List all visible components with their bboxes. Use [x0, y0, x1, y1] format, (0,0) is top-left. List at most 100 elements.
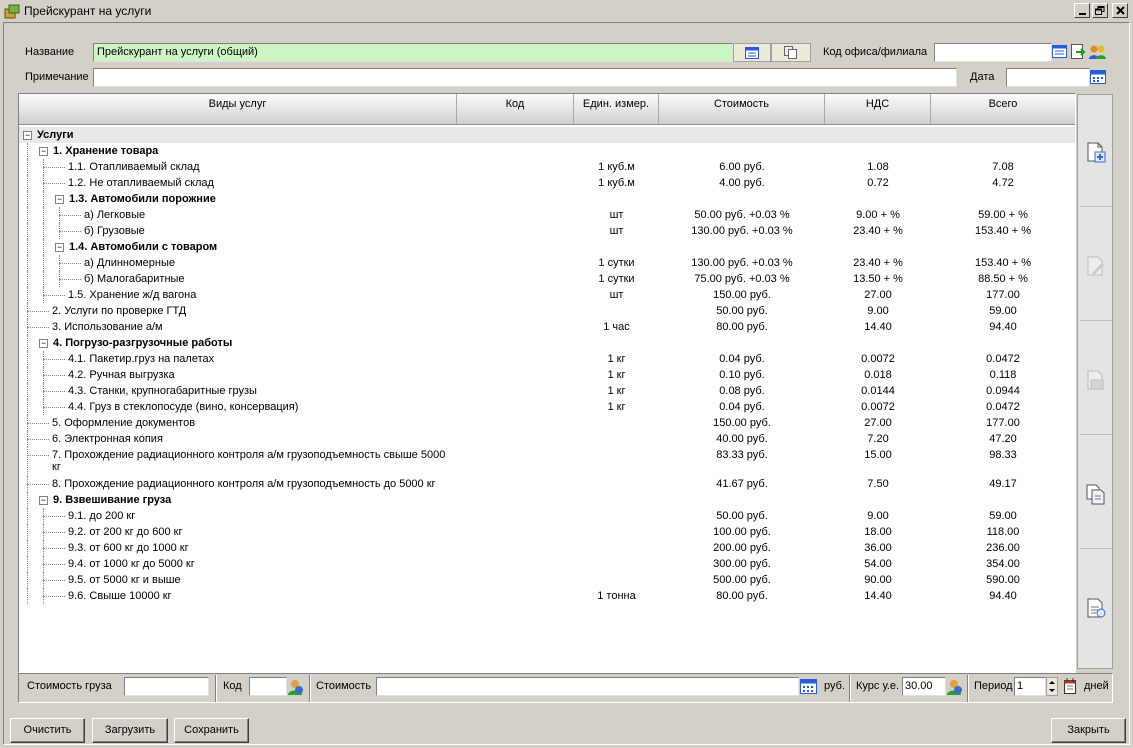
tree-connector [43, 508, 44, 524]
column-header-code[interactable]: Код [457, 94, 574, 124]
lookup-icon[interactable] [287, 678, 304, 698]
period-input[interactable]: 1 [1014, 677, 1046, 696]
table-row[interactable]: 9.6. Свыше 10000 кг 1 тонна 80.00 руб. 14.4… [19, 588, 1075, 604]
cargo-cost-input[interactable] [124, 677, 209, 696]
cost-cell: 50.00 руб. [716, 510, 768, 522]
restore-button[interactable] [1092, 3, 1108, 18]
column-header-cost[interactable]: Стоимость [659, 94, 825, 124]
vat-cell: 9.00 [867, 510, 889, 522]
table-row[interactable]: 4.2. Ручная выгрузка 1 кг 0.10 руб. 0.018 0.… [19, 367, 1075, 383]
services-tree-table[interactable]: Виды услуг Код Един. измер. Стоимость НД… [18, 93, 1076, 673]
cost-cell: 50.00 руб. +0.03 % [694, 209, 790, 221]
table-row[interactable]: а) Легковые шт 50.00 руб. +0.03 % 9.00 + % 5… [19, 207, 1075, 223]
tree-expander-icon[interactable]: − [39, 496, 48, 505]
table-row[interactable]: 9.2. от 200 кг до 600 кг 100.00 руб. 18.00… [19, 524, 1075, 540]
table-row[interactable]: −9. Взвешивание груза [19, 492, 1075, 508]
vat-cell: 23.40 + % [853, 257, 903, 269]
table-row[interactable]: 9.1. до 200 кг 50.00 руб. 9.00 59.00 [19, 508, 1075, 524]
table-row[interactable]: 1.5. Хранение ж/д вагона шт 150.00 руб. 27.… [19, 287, 1075, 303]
office-list-icon[interactable] [1052, 44, 1067, 62]
report-button[interactable] [1080, 553, 1112, 663]
table-row[interactable]: −1. Хранение товара [19, 143, 1075, 159]
period-calendar-icon[interactable] [1062, 678, 1078, 698]
close-button[interactable]: Закрыть [1051, 718, 1126, 743]
tree-expander-icon[interactable]: − [23, 131, 32, 140]
tree-connector [27, 191, 28, 207]
clear-button[interactable]: Очистить [10, 718, 85, 743]
table-row[interactable]: 4.3. Станки, крупногабаритные грузы 1 кг 0… [19, 383, 1075, 399]
tree-connector [27, 159, 28, 175]
copy-record-button[interactable] [1080, 439, 1112, 549]
table-row[interactable]: б) Грузовые шт 130.00 руб. +0.03 % 23.40 + … [19, 223, 1075, 239]
tree-connector [59, 207, 60, 223]
table-row[interactable]: −4. Погрузо-разгрузочные работы [19, 335, 1075, 351]
table-row[interactable]: 1.1. Отапливаемый склад 1 куб.м 6.00 руб. 1… [19, 159, 1075, 175]
close-window-button[interactable] [1112, 3, 1128, 18]
column-header-total[interactable]: Всего [931, 94, 1075, 124]
tree-connector [43, 223, 44, 239]
name-copy-button[interactable] [771, 43, 811, 62]
service-name: 7. Прохождение радиационного контроля а/… [52, 449, 446, 461]
table-row[interactable]: 9.4. от 1000 кг до 5000 кг 300.00 руб. 54.… [19, 556, 1075, 572]
load-button[interactable]: Загрузить [92, 718, 168, 743]
cost-cell: 300.00 руб. [713, 558, 771, 570]
save-button[interactable]: Сохранить [174, 718, 249, 743]
column-header-vat[interactable]: НДС [825, 94, 931, 124]
table-row[interactable]: б) Малогабаритные 1 сутки 75.00 руб. +0.03… [19, 271, 1075, 287]
export-icon[interactable] [1071, 44, 1086, 62]
users-icon[interactable] [1089, 44, 1107, 62]
table-row[interactable]: 9.5. от 5000 кг и выше 500.00 руб. 90.00 59… [19, 572, 1075, 588]
column-header-unit[interactable]: Един. измер. [574, 94, 659, 124]
calendar-icon[interactable] [1090, 69, 1106, 88]
date-field[interactable] [1006, 68, 1090, 87]
table-header: Виды услуг Код Един. измер. Стоимость НД… [19, 94, 1075, 125]
column-header-services[interactable]: Виды услуг [19, 94, 457, 124]
total-cell: 94.40 [989, 321, 1017, 333]
tree-expander-icon[interactable]: − [39, 147, 48, 156]
table-row[interactable]: 4.1. Пакетир.груз на палетах 1 кг 0.04 руб… [19, 351, 1075, 367]
table-row[interactable]: −1.3. Автомобили порожние [19, 191, 1075, 207]
title-bar[interactable]: Прейскурант на услуги [0, 0, 1133, 22]
tree-expander-icon[interactable]: − [55, 195, 64, 204]
tree-connector [27, 383, 28, 399]
tree-connector [43, 524, 44, 540]
office-code-field[interactable] [934, 43, 1052, 62]
vat-cell: 90.00 [864, 574, 892, 586]
total-cell: 354.00 [986, 558, 1020, 570]
table-row[interactable]: 7. Прохождение радиационного контроля а/… [19, 447, 1075, 476]
calc-cost-input[interactable] [376, 677, 799, 696]
name-field[interactable]: Прейскурант на услуги (общий) [93, 43, 733, 62]
table-row[interactable]: а) Длинномерные 1 сутки 130.00 руб. +0.03 … [19, 255, 1075, 271]
calc-code-input[interactable] [249, 677, 287, 696]
calculator-icon[interactable] [800, 678, 817, 698]
vat-cell: 7.20 [867, 433, 889, 445]
name-list-button[interactable] [733, 43, 771, 62]
table-row[interactable]: 1.2. Не отапливаемый склад 1 куб.м 4.00 ру… [19, 175, 1075, 191]
rate-lookup-icon[interactable] [946, 678, 963, 698]
period-stepper[interactable] [1046, 677, 1058, 696]
table-row[interactable]: 5. Оформление документов 150.00 руб. 27.00… [19, 415, 1075, 431]
table-row[interactable]: 4.4. Груз в стеклопосуде (вино, консерва… [19, 399, 1075, 415]
unit-cell: 1 кг [607, 369, 626, 381]
table-row[interactable]: 6. Электронная копия 40.00 руб. 7.20 47.20 [19, 431, 1075, 447]
table-row[interactable]: −1.4. Автомобили с товаром [19, 239, 1075, 255]
add-record-button[interactable] [1080, 97, 1112, 207]
delete-record-button[interactable] [1080, 325, 1112, 435]
table-row[interactable]: 9.3. от 600 кг до 1000 кг 200.00 руб. 36.0… [19, 540, 1075, 556]
table-row[interactable]: 8. Прохождение радиационного контроля а/… [19, 476, 1075, 492]
tree-connector [43, 556, 44, 572]
table-row[interactable]: 2. Услуги по проверке ГТД 50.00 руб. 9.00 5… [19, 303, 1075, 319]
tree-expander-icon[interactable]: − [39, 339, 48, 348]
vat-cell: 27.00 [864, 289, 892, 301]
table-row[interactable]: − Услуги [19, 127, 1075, 143]
tree-connector [43, 516, 65, 517]
tree-expander-icon[interactable]: − [55, 243, 64, 252]
note-field[interactable] [93, 68, 957, 87]
minimize-button[interactable] [1074, 3, 1090, 18]
table-row[interactable]: 3. Использование а/м 1 час 80.00 руб. 14.40… [19, 319, 1075, 335]
currency-label: руб. [824, 680, 845, 692]
rate-input[interactable]: 30.00 [902, 677, 946, 696]
vat-cell: 36.00 [864, 542, 892, 554]
edit-record-button[interactable] [1080, 211, 1112, 321]
vat-cell: 15.00 [864, 449, 892, 461]
